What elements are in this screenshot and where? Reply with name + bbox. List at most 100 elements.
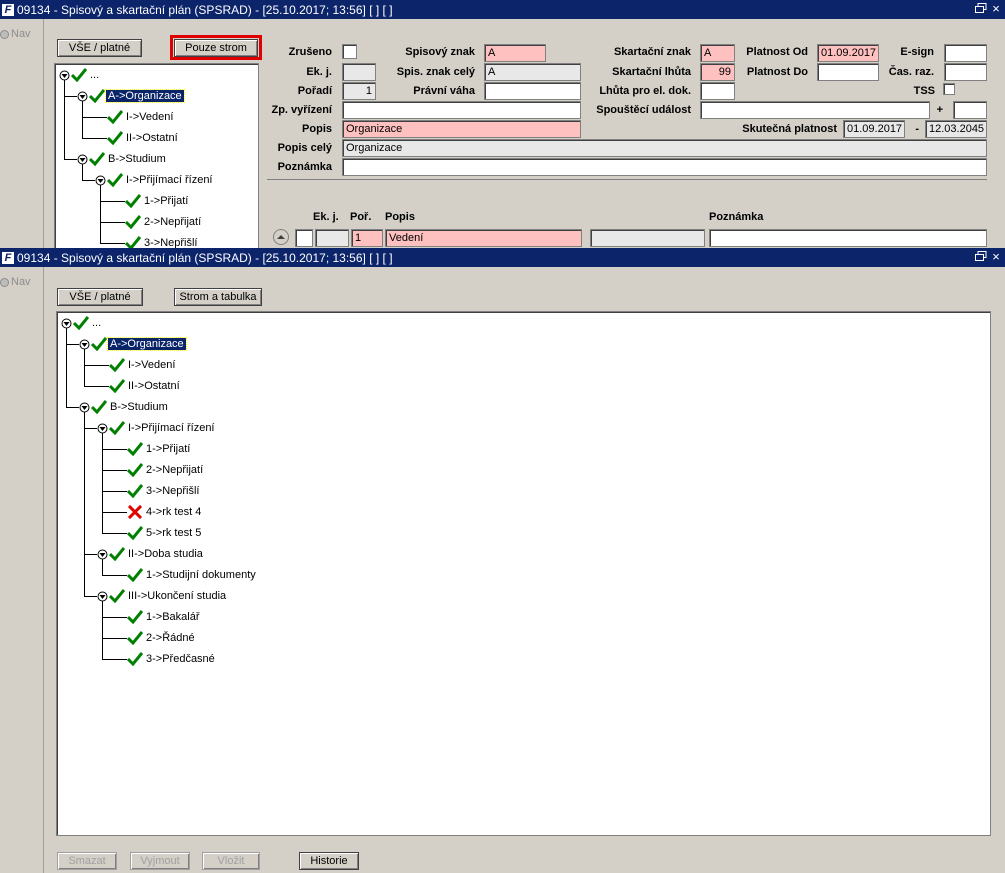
tree-node[interactable]: 2->Nepřijatí	[126, 461, 205, 479]
expand-toggle-icon[interactable]	[77, 154, 88, 165]
e-sign-field[interactable]	[944, 44, 987, 62]
cross-icon	[127, 504, 143, 520]
expand-toggle-icon[interactable]	[79, 402, 90, 413]
restore-icon[interactable]	[975, 251, 987, 262]
tree-node[interactable]: I->Vedení	[106, 108, 175, 126]
tree-connector	[64, 80, 65, 159]
tree-node[interactable]: 3->Nepřišlí	[124, 234, 200, 248]
tree-node-label: ...	[92, 317, 102, 329]
tree-only-button[interactable]: Pouze strom	[174, 39, 258, 57]
close-icon[interactable]: ×	[990, 249, 1002, 264]
cut-button[interactable]: Vyjmout	[130, 852, 190, 870]
tree-node[interactable]: 1->Studijní dokumenty	[126, 566, 258, 584]
tree-node[interactable]: ...	[59, 66, 101, 84]
paste-button[interactable]: Vložit	[202, 852, 260, 870]
poznamka-field[interactable]	[342, 158, 987, 176]
tree-node[interactable]: I->Přijímací řízení	[95, 171, 215, 189]
scroll-up-icon[interactable]	[273, 229, 289, 245]
all-valid-button[interactable]: VŠE / platné	[57, 288, 143, 306]
tree-node[interactable]: 1->Přijatí	[124, 192, 190, 210]
tree-node[interactable]: 2->Nepřijatí	[124, 213, 203, 231]
tree-node[interactable]: B->Studium	[79, 398, 170, 416]
expand-toggle-icon[interactable]	[97, 423, 108, 434]
all-valid-button[interactable]: VŠE / platné	[57, 39, 142, 57]
check-icon	[106, 110, 124, 125]
row-ek-j-field[interactable]	[315, 229, 349, 247]
tss-checkbox[interactable]	[943, 83, 955, 95]
row-select-field[interactable]	[295, 229, 313, 247]
zp-vyrizeni-field[interactable]	[342, 101, 581, 119]
tree-connector	[102, 449, 127, 450]
tree-node[interactable]: 3->Předčasné	[126, 650, 217, 668]
tree-node[interactable]: II->Ostatní	[108, 377, 182, 395]
label-poradi: Pořadí	[297, 85, 332, 97]
restore-icon[interactable]	[975, 3, 987, 14]
tree-node[interactable]: 1->Bakalář	[126, 608, 202, 626]
cas-raz-field[interactable]	[944, 63, 987, 81]
col-poznamka: Poznámka	[709, 211, 764, 223]
skutecna-od-field[interactable]: 01.09.2017	[843, 120, 905, 138]
popis-cely-field[interactable]: Organizace	[342, 139, 987, 157]
expand-toggle-icon[interactable]	[77, 91, 88, 102]
tree-node[interactable]: III->Ukončení studia	[97, 587, 228, 605]
delete-button[interactable]: Smazat	[57, 852, 117, 870]
spousteci-plus-field[interactable]	[953, 101, 987, 119]
tree-node[interactable]: 3->Nepřišlí	[126, 482, 202, 500]
tree-node[interactable]: ...	[61, 314, 103, 332]
content-area: VŠE / platné Pouze strom ... A->Organizac…	[45, 19, 1005, 248]
nav-radio[interactable]: Nav	[0, 276, 31, 288]
tree-panel[interactable]: ... A->Organizace I->Vedení II->Ostatní B->S…	[56, 311, 991, 836]
tree-node[interactable]: 4->rk test 4	[127, 503, 203, 521]
tree-table-button[interactable]: Strom a tabulka	[174, 288, 262, 306]
tree-node[interactable]: 5->rk test 5	[126, 524, 203, 542]
skartacni-lhuta-field[interactable]: 99	[700, 63, 735, 81]
spis-znak-cely-field[interactable]: A	[484, 63, 581, 81]
platnost-do-field[interactable]	[817, 63, 879, 81]
nav-radio[interactable]: Nav	[0, 28, 31, 40]
tree-node[interactable]: A->Organizace	[77, 87, 185, 105]
tree-connector	[102, 601, 103, 659]
pravni-vaha-field[interactable]	[484, 82, 581, 100]
expand-toggle-icon[interactable]	[59, 70, 70, 81]
tree-panel[interactable]: ... A->Organizace I->Vedení II->Ostatní B->S…	[54, 63, 259, 248]
tree-node[interactable]: I->Přijímací řízení	[97, 419, 217, 437]
poradi-field[interactable]: 1	[342, 82, 376, 100]
spousteci-udalost-field[interactable]	[700, 101, 930, 119]
close-icon[interactable]: ×	[990, 1, 1002, 16]
tree-node[interactable]: II->Doba studia	[97, 545, 205, 563]
expand-toggle-icon[interactable]	[97, 549, 108, 560]
check-icon	[126, 526, 144, 541]
ek-j-field[interactable]	[342, 63, 376, 81]
expand-toggle-icon[interactable]	[95, 175, 106, 186]
zruseno-checkbox[interactable]	[342, 44, 357, 59]
tree-node[interactable]: II->Ostatní	[106, 129, 180, 147]
expand-toggle-icon[interactable]	[61, 318, 72, 329]
popis-field[interactable]: Organizace	[342, 120, 581, 138]
history-button[interactable]: Historie	[299, 852, 359, 870]
tree-node-label: 4->rk test 4	[146, 506, 202, 518]
tree-connector	[102, 659, 127, 660]
row-por-field[interactable]: 1	[351, 229, 383, 247]
row-popis-field[interactable]: Vedení	[385, 229, 582, 247]
label-skartacni-lhuta: Skartační lhůta	[612, 66, 691, 78]
tree-node[interactable]: B->Studium	[77, 150, 168, 168]
expand-toggle-icon[interactable]	[97, 591, 108, 602]
spisovy-znak-field[interactable]: A	[484, 44, 546, 62]
label-lhuta-el-dok: Lhůta pro el. dok.	[599, 85, 691, 97]
tree-node[interactable]: I->Vedení	[108, 356, 177, 374]
skutecna-do-field[interactable]: 12.03.2045	[925, 120, 987, 138]
row-grey-field[interactable]	[590, 229, 705, 247]
skartacni-znak-field[interactable]: A	[700, 44, 735, 62]
platnost-od-field[interactable]: 01.09.2017	[817, 44, 879, 62]
row-poznamka-field[interactable]	[709, 229, 987, 247]
tree-node[interactable]: 1->Přijatí	[126, 440, 192, 458]
lhuta-el-dok-field[interactable]	[700, 82, 735, 100]
check-icon	[124, 215, 142, 230]
tree-node[interactable]: A->Organizace	[79, 335, 187, 353]
tree-connector	[102, 575, 127, 576]
tree-node[interactable]: 2->Řádné	[126, 629, 197, 647]
tree-connector	[66, 407, 79, 408]
expand-toggle-icon[interactable]	[79, 339, 90, 350]
label-cas-raz: Čas. raz.	[888, 66, 934, 78]
tree-connector	[82, 101, 83, 138]
